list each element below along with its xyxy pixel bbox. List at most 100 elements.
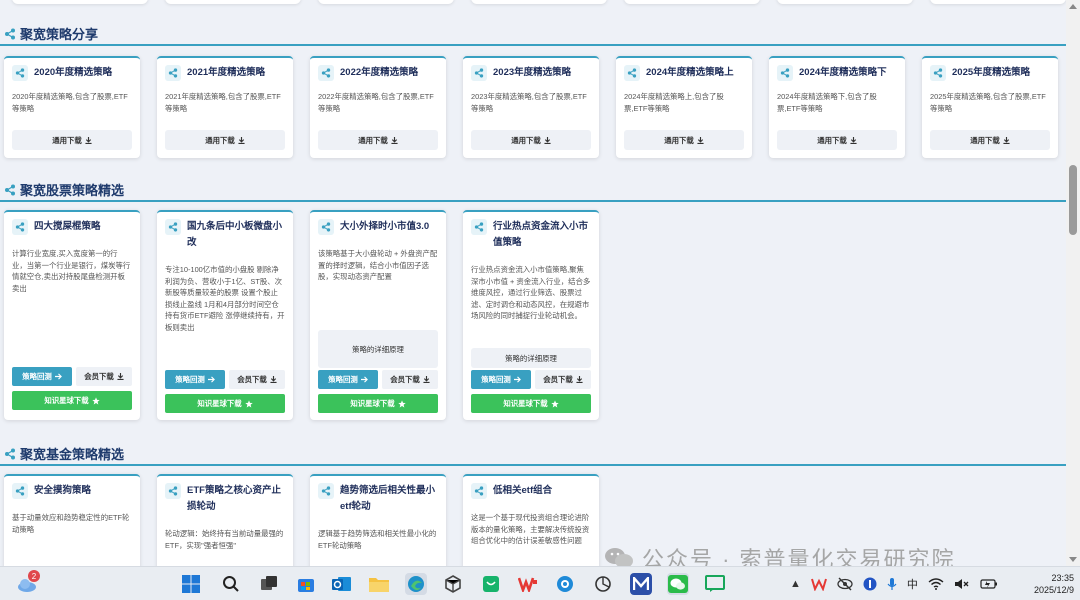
chevron-up-icon[interactable]: ▲ — [790, 578, 801, 590]
general-download-button[interactable]: 通用下载 — [165, 130, 285, 150]
wps-tray-icon[interactable] — [810, 577, 827, 591]
wps-app[interactable] — [517, 573, 539, 595]
file-explorer-app[interactable] — [368, 573, 390, 595]
planet-download-button[interactable]: 知识星球下载 — [318, 394, 438, 413]
general-download-button[interactable]: 通用下载 — [12, 130, 132, 150]
wifi-icon[interactable] — [928, 578, 944, 590]
member-download-button[interactable]: 会员下载 — [229, 370, 285, 389]
planet-download-button[interactable]: 知识星球下载 — [165, 394, 285, 413]
button-label: 通用下载 — [511, 135, 541, 145]
system-tray: ▲ 中 — [790, 567, 998, 600]
strategy-card: 四大搅屎棍策略 计算行业宽度,买入宽度第一的行业，当第一个行业是银行，煤炭等行情就… — [4, 210, 140, 420]
vertical-scrollbar[interactable] — [1066, 0, 1080, 566]
weather-widget[interactable]: 2 — [16, 570, 40, 595]
card-title: 国九条后中小板微盘小改 — [187, 221, 283, 248]
notification-badge: 2 — [28, 570, 40, 582]
scroll-down-icon[interactable] — [1069, 557, 1077, 562]
outlook-icon — [332, 577, 351, 591]
arrow-right-icon — [513, 376, 521, 383]
search-button[interactable] — [220, 573, 242, 595]
general-download-button[interactable]: 通用下载 — [930, 130, 1050, 150]
share-icon — [168, 486, 178, 496]
card-description: 2021年度精选策略,包含了股票,ETF等策略 — [165, 92, 281, 113]
general-download-button[interactable]: 通用下载 — [624, 130, 744, 150]
strategy-card: 趋势筛选后相关性最小etf轮动 逻辑基于趋势筛选和相关性最小化的ETF轮动策略 — [310, 474, 446, 566]
card-action-row: 策略回测 会员下载 — [318, 370, 438, 389]
battery-icon[interactable] — [980, 578, 998, 590]
backtest-button[interactable]: 策略回测 — [471, 370, 531, 389]
card-description: 行业热点资金流入小市值策略,聚焦深市小市值 + 资金流入行业，结合多维度风控，通… — [471, 265, 591, 320]
green-app[interactable] — [480, 573, 502, 595]
start-button[interactable] — [180, 573, 202, 595]
message-icon — [705, 575, 725, 592]
planet-download-button[interactable]: 知识星球下载 — [471, 394, 591, 413]
section-divider — [0, 44, 1066, 46]
general-download-button[interactable]: 通用下载 — [777, 130, 897, 150]
button-label: 策略回测 — [175, 375, 205, 384]
chatgpt-app[interactable] — [592, 573, 614, 595]
card-description: 基于动量效应和趋势稳定性的ETF轮动策略 — [12, 513, 130, 534]
arrow-right-icon — [54, 373, 62, 380]
edge-ai-app[interactable] — [554, 573, 576, 595]
member-download-button[interactable]: 会员下载 — [382, 370, 438, 389]
cube-app[interactable] — [442, 573, 464, 595]
card-title: 低相关etf组合 — [493, 485, 553, 496]
card-share-icon — [471, 65, 487, 81]
task-view-button[interactable] — [258, 573, 280, 595]
member-download-button[interactable]: 会员下载 — [76, 367, 132, 386]
backtest-button[interactable]: 策略回测 — [318, 370, 378, 389]
wechat-icon — [605, 548, 633, 566]
member-download-button[interactable]: 会员下载 — [535, 370, 591, 389]
download-icon — [423, 376, 430, 383]
share-icon — [168, 68, 178, 78]
shield-icon[interactable] — [863, 577, 877, 591]
section-title-text: 聚宽基金策略精选 — [20, 447, 125, 462]
speaker-muted-icon[interactable] — [954, 578, 970, 590]
share-icon — [627, 68, 637, 78]
strategy-card: 行业热点资金流入小市值策略 行业热点资金流入小市值策略,聚焦深市小市值 + 资金流… — [463, 210, 599, 420]
scroll-up-icon[interactable] — [1069, 4, 1077, 9]
card-action-row: 策略回测 会员下载 — [12, 367, 132, 386]
strategy-card: 安全摸狗策略 基于动量效应和趋势稳定性的ETF轮动策略 — [4, 474, 140, 566]
card-title: 大小外择时小市值3.0 — [340, 221, 430, 232]
strategy-card: 2021年度精选策略 2021年度精选策略,包含了股票,ETF等策略 通用下载 — [157, 56, 293, 158]
system-clock[interactable]: 23:35 2025/12/9 — [1034, 572, 1074, 596]
wechat-app[interactable] — [667, 573, 689, 595]
star-icon — [244, 399, 253, 407]
planet-download-button[interactable]: 知识星球下载 — [12, 391, 132, 410]
m-app[interactable] — [630, 573, 652, 595]
share-icon — [321, 68, 331, 78]
download-icon — [270, 376, 277, 383]
scrollbar-thumb[interactable] — [1069, 165, 1077, 235]
eye-slash-icon[interactable] — [837, 577, 853, 591]
card-share-icon — [624, 65, 640, 81]
button-label: 会员下载 — [390, 375, 420, 384]
microphone-icon[interactable] — [887, 577, 897, 591]
backtest-button[interactable]: 策略回测 — [165, 370, 225, 389]
backtest-button[interactable]: 策略回测 — [12, 367, 72, 386]
card-share-icon — [165, 219, 181, 235]
strategy-detail-button[interactable]: 策略的详细原理 — [318, 330, 438, 368]
card-description: 逻辑基于趋势筛选和相关性最小化的ETF轮动策略 — [318, 529, 437, 550]
download-icon — [544, 136, 551, 144]
outlook-app[interactable] — [331, 573, 353, 595]
chat-app[interactable] — [704, 573, 726, 595]
store-app[interactable] — [295, 573, 317, 595]
general-download-button[interactable]: 通用下载 — [471, 130, 591, 150]
share-icon — [780, 68, 790, 78]
clock-date: 2025/12/9 — [1033, 585, 1074, 595]
section-title-fund: 聚宽基金策略精选 — [4, 444, 124, 463]
edge-app[interactable] — [405, 573, 427, 595]
card-share-icon — [930, 65, 946, 81]
share-icon — [15, 222, 25, 232]
section-divider — [0, 200, 1066, 202]
card-share-icon — [318, 483, 334, 499]
ime-indicator[interactable]: 中 — [907, 576, 918, 592]
strategy-card: 2024年度精选策略上 2024年度精选策略上,包含了股票,ETF等策略 通用下载 — [616, 56, 752, 158]
strategy-card: 2023年度精选策略 2023年度精选策略,包含了股票,ETF等策略 通用下载 — [463, 56, 599, 158]
general-download-button[interactable]: 通用下载 — [318, 130, 438, 150]
strategy-detail-button[interactable]: 策略的详细原理 — [471, 348, 591, 368]
shopping-bag-icon — [483, 576, 499, 592]
card-share-icon — [165, 65, 181, 81]
share-icon — [321, 486, 331, 496]
